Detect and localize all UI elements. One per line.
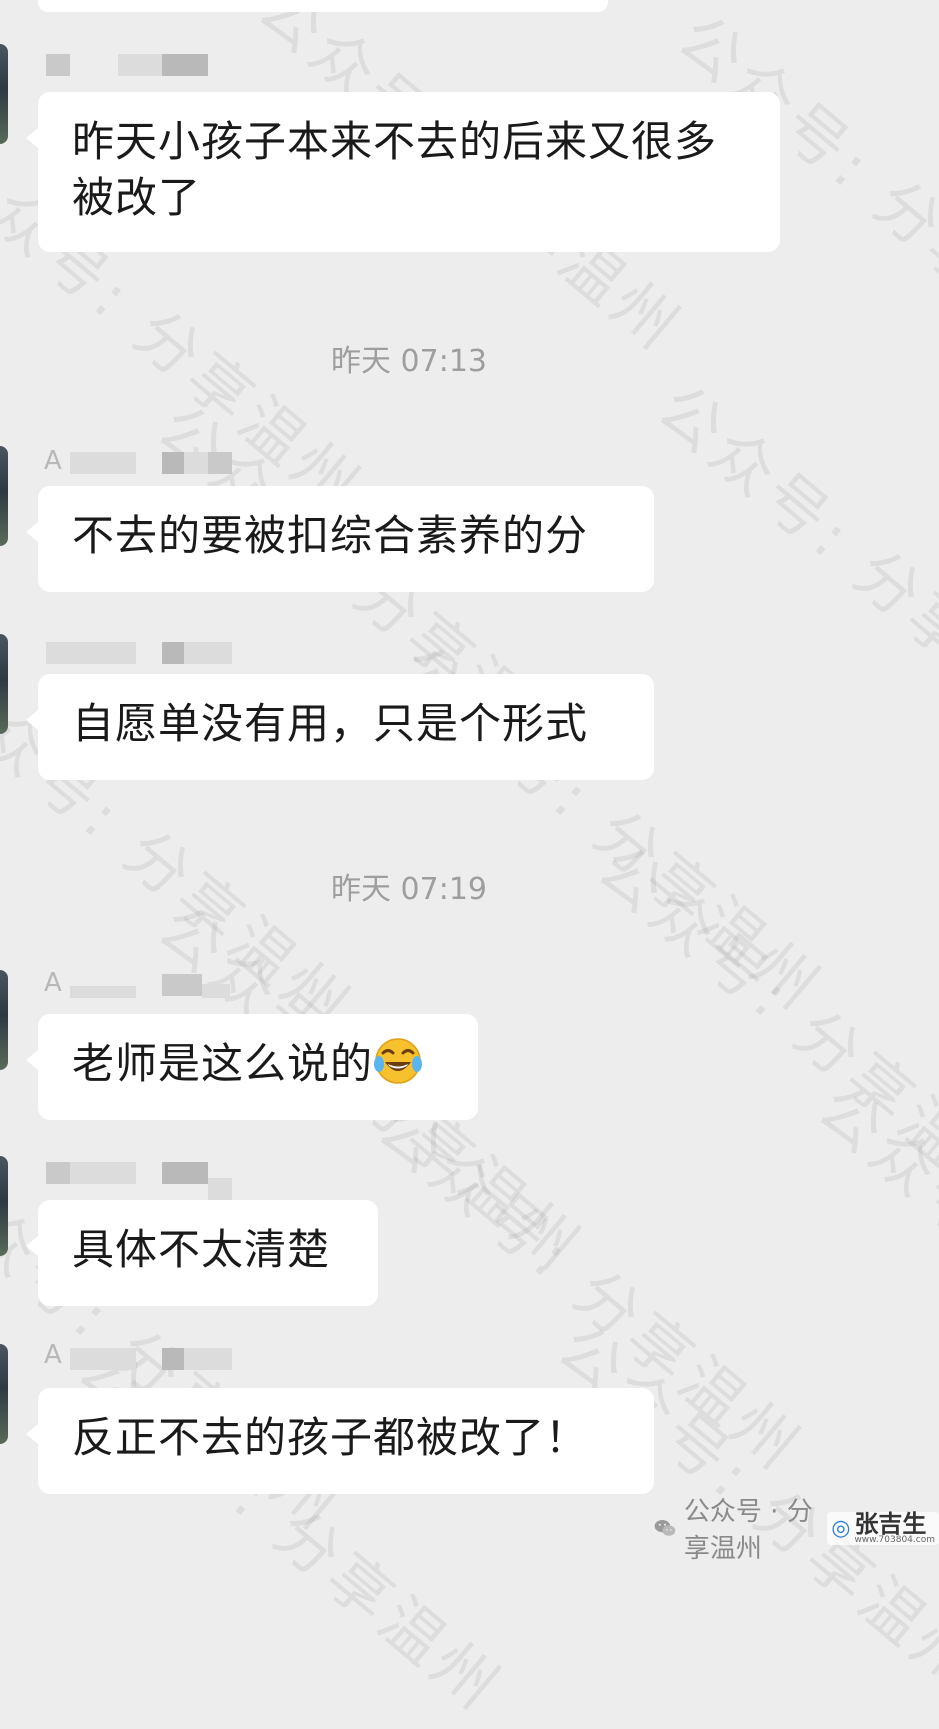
message-bubble[interactable]: 昨天小孩子本来不去的后来又很多被改了 (26, 92, 780, 252)
message-bubble[interactable]: 老师是这么说的 (26, 1014, 478, 1120)
sender-name (44, 52, 208, 78)
watermark: 公众号: 分享温州 (644, 370, 939, 767)
logo-title: 张吉生 (854, 1509, 927, 1538)
watermark: 公众号: 分享温州 (804, 1070, 939, 1467)
message-text: 昨天小孩子本来不去的后来又很多被改了 (72, 117, 718, 222)
watermark: 公众号: 分享温州 (64, 1330, 516, 1727)
sender-name (44, 640, 232, 666)
avatar[interactable] (0, 634, 8, 734)
message-text: 具体不太清楚 (72, 1225, 331, 1274)
avatar[interactable] (0, 970, 8, 1070)
message-bubble[interactable]: 具体不太清楚 (26, 1200, 378, 1306)
site-logo: ◎ 张吉生 www.703804.com (827, 1509, 939, 1545)
avatar[interactable] (0, 446, 8, 546)
face-with-tears-of-joy-icon (374, 1038, 423, 1084)
sender-initial: A (44, 446, 62, 476)
chat-area[interactable]: 公众号: 分享温州 公众号: 分享温州 公众号: 分享温州 公众号: 分享温州 … (0, 0, 939, 1726)
sender-name (44, 1160, 232, 1200)
message-bubble[interactable]: 反正不去的孩子都被改了！ (26, 1388, 654, 1494)
sender-initial: A (44, 1340, 62, 1370)
avatar[interactable] (0, 44, 8, 144)
message-text: 反正不去的孩子都被改了！ (72, 1413, 589, 1462)
message-text: 不去的要被扣综合素养的分 (72, 511, 589, 560)
timestamp: 昨天 07:19 (331, 872, 487, 907)
message-text: 自愿单没有用，只是个形式 (72, 699, 589, 748)
logo-url: www.703804.com (854, 1534, 935, 1545)
logo-mark-icon: ◎ (831, 1515, 851, 1541)
footer-watermark: 公众号 · 分享温州 ◎ 张吉生 www.703804.com (654, 1497, 939, 1564)
avatar[interactable] (0, 1344, 8, 1444)
message-bubble[interactable]: 自愿单没有用，只是个形式 (26, 674, 654, 780)
wechat-icon (654, 1519, 676, 1536)
sender-name: A (44, 968, 230, 998)
sender-initial: A (44, 968, 62, 998)
avatar[interactable] (0, 1156, 8, 1256)
timestamp: 昨天 07:13 (331, 344, 487, 379)
message-text: 老师是这么说的 (72, 1039, 374, 1088)
sender-name: A (44, 446, 232, 476)
message-bubble[interactable]: 不去的要被扣综合素养的分 (26, 486, 654, 592)
footer-label: 公众号 · 分享温州 (683, 1497, 813, 1564)
sender-name: A (44, 1340, 232, 1370)
message-bubble-partial[interactable] (38, 0, 608, 12)
